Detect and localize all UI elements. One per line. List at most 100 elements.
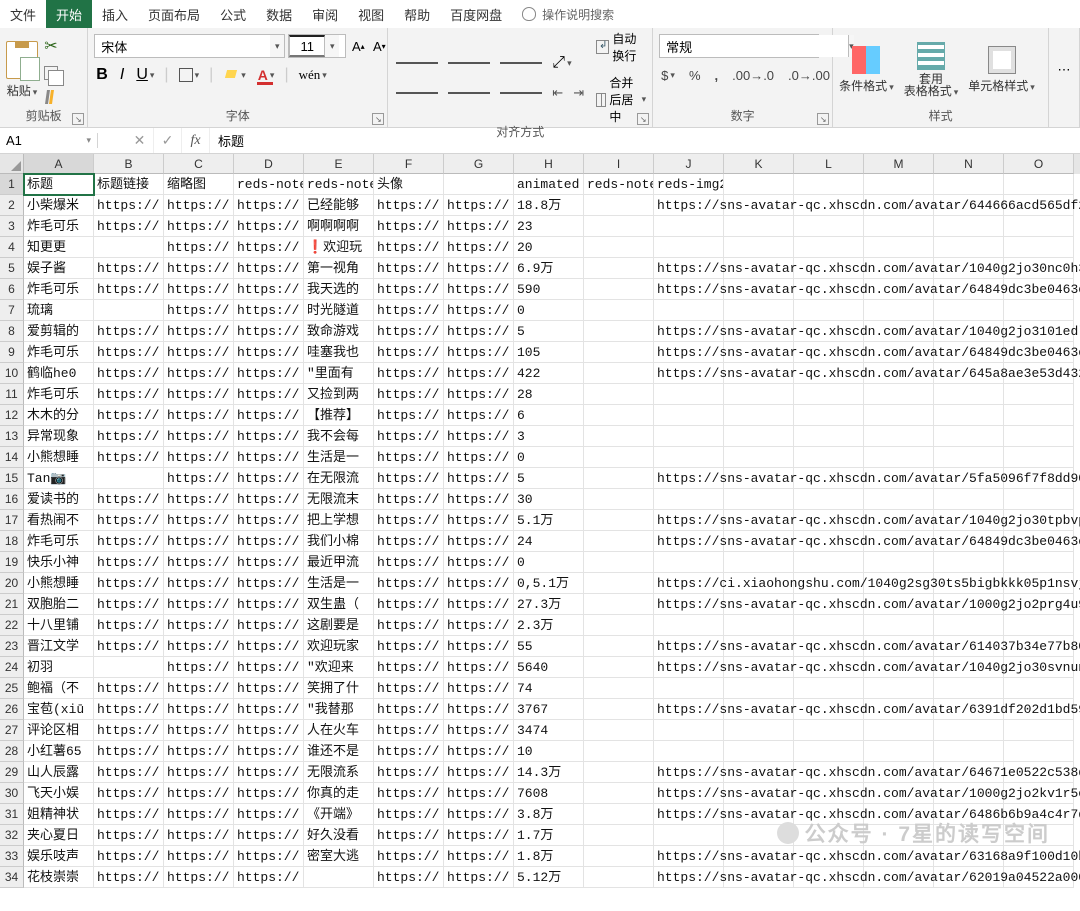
cell[interactable]: https://sns-avatar-qc.xhscdn.com/avatar/… — [654, 804, 724, 825]
cell[interactable]: https:// — [444, 300, 514, 321]
cell[interactable]: https:// — [374, 762, 444, 783]
menu-tab-8[interactable]: 帮助 — [394, 0, 440, 28]
cell[interactable] — [794, 447, 864, 468]
cell[interactable]: https:// — [234, 279, 304, 300]
decrease-indent-button[interactable]: ⇤ — [550, 83, 565, 103]
cell[interactable] — [934, 237, 1004, 258]
cell[interactable] — [584, 510, 654, 531]
conditional-format-button[interactable]: 条件格式 — [839, 46, 894, 94]
cell[interactable]: https:// — [94, 363, 164, 384]
cell[interactable] — [584, 657, 654, 678]
cell[interactable]: 18.8万 — [514, 195, 584, 216]
cell[interactable]: https://sns-avatar-qc.xhscdn.com/avatar/… — [654, 531, 724, 552]
cell[interactable]: 时光隧道 — [304, 300, 374, 321]
cell[interactable]: 双生蛊（ — [304, 594, 374, 615]
cell[interactable]: https:// — [164, 447, 234, 468]
cell[interactable]: 2.3万 — [514, 615, 584, 636]
fill-color-button[interactable] — [221, 66, 248, 84]
cell[interactable]: 小熊想睡 — [24, 447, 94, 468]
cell[interactable]: https://sns-avatar-qc.xhscdn.com/avatar/… — [654, 783, 724, 804]
font-size-combo[interactable]: ▾ — [288, 34, 346, 58]
cell[interactable]: https:// — [444, 258, 514, 279]
cell[interactable]: https:// — [94, 699, 164, 720]
row-header[interactable]: 11 — [0, 384, 24, 405]
cell[interactable] — [934, 825, 1004, 846]
cell[interactable]: 20 — [514, 237, 584, 258]
menu-tab-1[interactable]: 开始 — [46, 0, 92, 28]
cell[interactable]: https://sns-avatar-qc.xhscdn.com/avatar/… — [654, 846, 724, 867]
cell[interactable]: https:// — [234, 531, 304, 552]
cell[interactable]: 娱子酱 — [24, 258, 94, 279]
row-header[interactable]: 10 — [0, 363, 24, 384]
cell[interactable] — [584, 762, 654, 783]
cell[interactable] — [654, 447, 724, 468]
cell[interactable] — [864, 615, 934, 636]
cell[interactable]: https:// — [234, 741, 304, 762]
cell[interactable] — [794, 741, 864, 762]
cell[interactable] — [584, 258, 654, 279]
cell[interactable]: https:// — [164, 783, 234, 804]
cell[interactable]: 小柴爆米 — [24, 195, 94, 216]
cell[interactable]: https:// — [444, 657, 514, 678]
cell[interactable]: 0 — [514, 300, 584, 321]
align-right-button[interactable] — [498, 82, 544, 103]
bold-button[interactable]: B — [94, 64, 110, 86]
cell[interactable]: 无限流末 — [304, 489, 374, 510]
cell[interactable] — [584, 216, 654, 237]
cell[interactable]: https:// — [234, 657, 304, 678]
cell[interactable]: 缩略图 — [164, 174, 234, 195]
cell[interactable]: https:// — [374, 510, 444, 531]
cell[interactable]: https:// — [164, 762, 234, 783]
row-header[interactable]: 21 — [0, 594, 24, 615]
cell[interactable]: 标题链接 — [94, 174, 164, 195]
cell[interactable] — [794, 216, 864, 237]
row-header[interactable]: 15 — [0, 468, 24, 489]
cell[interactable]: https:// — [164, 405, 234, 426]
cell[interactable]: https:// — [444, 237, 514, 258]
cell[interactable]: https:// — [374, 195, 444, 216]
row-header[interactable]: 7 — [0, 300, 24, 321]
cell[interactable]: https:// — [164, 594, 234, 615]
cell[interactable]: https://sns-avatar-qc.xhscdn.com/avatar/… — [654, 867, 724, 888]
number-format-combo[interactable]: ▾ — [659, 34, 819, 58]
cell[interactable]: https:// — [94, 258, 164, 279]
comma-button[interactable]: , — [713, 66, 721, 85]
cell[interactable]: https:// — [234, 321, 304, 342]
cell[interactable] — [1004, 300, 1074, 321]
cell[interactable] — [584, 405, 654, 426]
cell[interactable]: https:// — [444, 615, 514, 636]
row-header[interactable]: 1 — [0, 174, 24, 195]
row-header[interactable]: 27 — [0, 720, 24, 741]
cell[interactable] — [794, 615, 864, 636]
enter-button[interactable]: ✓ — [154, 128, 182, 153]
cell[interactable]: 鲍福（不 — [24, 678, 94, 699]
cell[interactable]: 590 — [514, 279, 584, 300]
increase-decimal-button[interactable]: .00→.0 — [730, 66, 776, 85]
cell[interactable] — [584, 678, 654, 699]
cell[interactable] — [584, 237, 654, 258]
cell[interactable]: https:// — [234, 384, 304, 405]
cell[interactable]: 1.7万 — [514, 825, 584, 846]
cell[interactable]: "里面有 — [304, 363, 374, 384]
cell[interactable] — [934, 174, 1004, 195]
cell[interactable]: 28 — [514, 384, 584, 405]
orientation-button[interactable]: ⤢ — [550, 52, 573, 74]
cell[interactable]: https:// — [234, 699, 304, 720]
worksheet[interactable]: ABCDEFGHIJKLMNO 1标题标题链接缩略图reds-notereds-… — [0, 154, 1080, 888]
cell[interactable]: https://sns-avatar-qc.xhscdn.com/avatar/… — [654, 699, 724, 720]
cell[interactable]: https:// — [234, 573, 304, 594]
accounting-format-button[interactable]: $ — [659, 66, 677, 85]
cell[interactable] — [654, 720, 724, 741]
cell[interactable] — [794, 174, 864, 195]
cancel-button[interactable]: ✕ — [126, 128, 154, 153]
cell[interactable]: https:// — [444, 531, 514, 552]
cell[interactable]: 标题 — [24, 174, 94, 195]
cell[interactable]: https:// — [444, 741, 514, 762]
cell[interactable] — [1004, 426, 1074, 447]
cell[interactable]: https:// — [164, 657, 234, 678]
cell[interactable] — [654, 426, 724, 447]
cell[interactable]: https:// — [444, 636, 514, 657]
cell[interactable]: https://sns-avatar-qc.xhscdn.com/avatar/… — [654, 258, 724, 279]
cell[interactable]: 炸毛可乐 — [24, 279, 94, 300]
cell[interactable]: https:// — [234, 783, 304, 804]
